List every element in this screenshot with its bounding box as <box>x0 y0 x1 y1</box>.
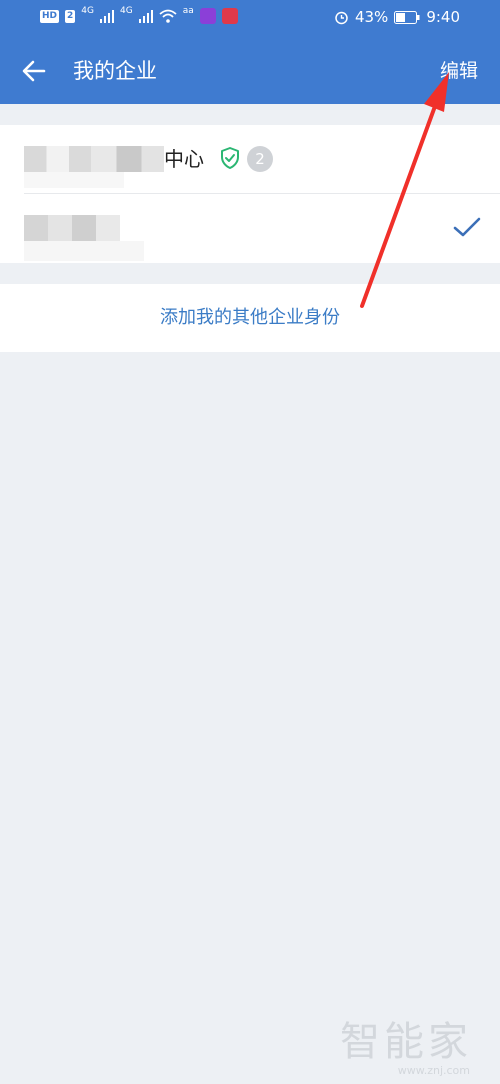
status-bar-right: 43% 9:40 <box>334 8 460 26</box>
network-speed: aa <box>182 6 194 16</box>
app-bar: 我的企业 编辑 <box>0 38 500 104</box>
redacted-name-shadow <box>24 170 124 188</box>
company-list: 中心 2 <box>0 125 500 263</box>
network-type-1: 4G <box>81 6 94 16</box>
edit-button[interactable]: 编辑 <box>440 56 478 86</box>
page-title: 我的企业 <box>73 59 157 83</box>
redacted-name-shadow <box>24 241 144 261</box>
redacted-company-name <box>24 146 164 172</box>
network-type-2: 4G <box>119 6 133 16</box>
back-arrow-icon[interactable] <box>20 57 48 85</box>
battery-percent: 43% <box>354 8 389 26</box>
sim-tag: 2 <box>65 9 76 23</box>
selected-check-icon <box>453 217 481 237</box>
watermark-url: www.znj.com <box>397 1064 470 1077</box>
clock: 9:40 <box>426 8 460 26</box>
signal-icon <box>99 10 114 23</box>
member-count-badge: 2 <box>247 146 273 172</box>
company-name-suffix: 中心 <box>164 147 204 171</box>
battery-icon <box>394 10 420 24</box>
company-row[interactable] <box>0 194 500 263</box>
video-app-icon <box>199 8 216 24</box>
company-row[interactable]: 中心 2 <box>0 125 500 194</box>
alarm-icon <box>335 11 348 24</box>
verified-shield-icon <box>221 147 239 169</box>
redacted-company-name <box>24 215 120 241</box>
signal-icon <box>138 10 153 23</box>
watermark-logo: 智能家 <box>340 1019 472 1065</box>
status-bar: HD 2 4G 4G aa 43% 9:40 <box>0 0 500 38</box>
book-app-icon <box>221 8 238 24</box>
add-identity-link[interactable]: 添加我的其他企业身份 <box>0 304 500 332</box>
hd-tag: HD <box>40 9 60 23</box>
wifi-icon <box>159 9 177 23</box>
add-identity-card: 添加我的其他企业身份 <box>0 284 500 352</box>
status-bar-left: HD 2 4G 4G aa <box>40 6 238 24</box>
